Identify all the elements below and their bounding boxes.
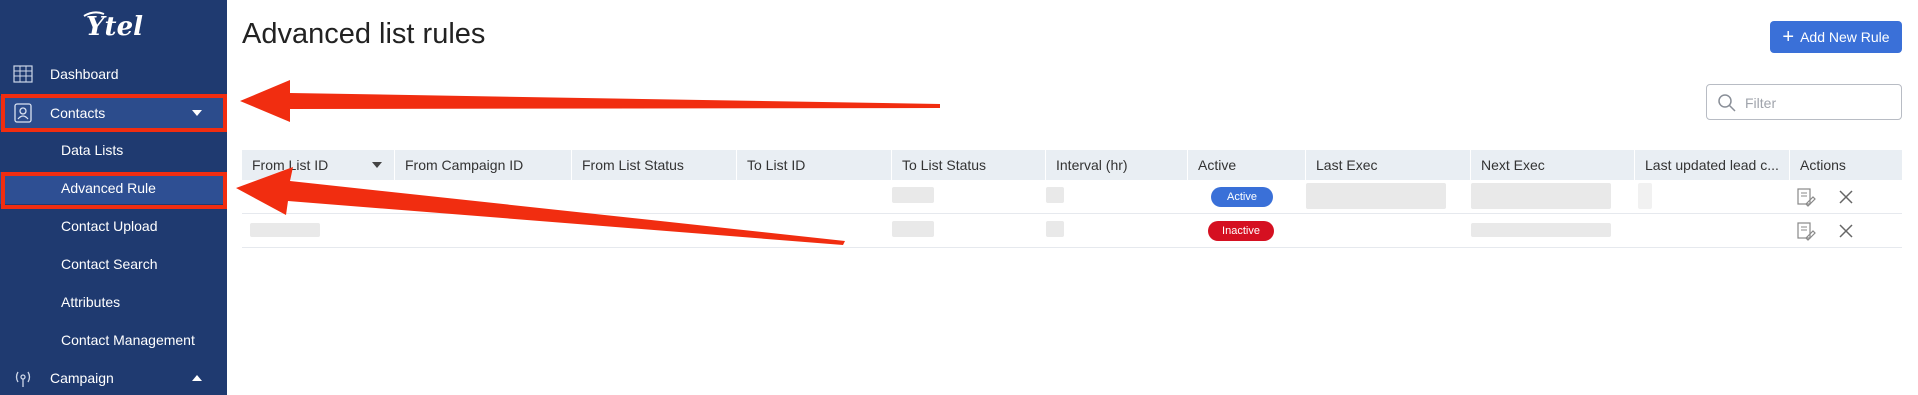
dashboard-icon bbox=[12, 63, 34, 85]
column-header-from-list-id[interactable]: From List ID bbox=[242, 150, 395, 180]
status-badge: Active bbox=[1211, 187, 1273, 207]
annotation-arrow-contacts bbox=[240, 80, 940, 122]
sidebar-item-dashboard[interactable]: Dashboard bbox=[0, 57, 227, 91]
redacted-cell bbox=[1046, 221, 1064, 237]
column-header-label: Interval (hr) bbox=[1056, 157, 1128, 173]
sidebar-subitem-label: Attributes bbox=[61, 294, 121, 310]
rules-table: From List ID From Campaign ID From List … bbox=[242, 150, 1902, 248]
sidebar-subitem-label: Advanced Rule bbox=[61, 180, 156, 196]
table-row: Inactive bbox=[242, 214, 1902, 248]
sort-down-icon bbox=[372, 162, 382, 168]
table-header: From List ID From Campaign ID From List … bbox=[242, 150, 1902, 180]
sidebar-item-contacts[interactable]: Contacts bbox=[0, 96, 227, 130]
column-header-label: Last Exec bbox=[1316, 157, 1378, 173]
plus-icon: + bbox=[1782, 26, 1795, 48]
sidebar-subitem-data-lists[interactable]: Data Lists bbox=[0, 134, 227, 166]
column-header-label: Next Exec bbox=[1481, 157, 1545, 173]
sidebar-subitem-contact-upload[interactable]: Contact Upload bbox=[0, 210, 227, 242]
close-icon[interactable] bbox=[1836, 187, 1856, 207]
column-header-actions: Actions bbox=[1790, 150, 1902, 180]
column-header-last-exec[interactable]: Last Exec bbox=[1306, 150, 1471, 180]
column-header-to-list-id[interactable]: To List ID bbox=[737, 150, 892, 180]
sidebar-item-label: Dashboard bbox=[50, 66, 119, 82]
sidebar-item-campaign[interactable]: Campaign bbox=[0, 361, 227, 395]
sidebar-subitem-advanced-rule[interactable]: Advanced Rule bbox=[0, 172, 227, 204]
column-header-from-campaign-id[interactable]: From Campaign ID bbox=[395, 150, 572, 180]
filter-input[interactable] bbox=[1745, 93, 1895, 113]
app-root: Ytel Dashboard Contacts Data Lists Advan… bbox=[0, 0, 1918, 395]
sidebar-subitem-contact-management[interactable]: Contact Management bbox=[0, 324, 227, 356]
redacted-cell bbox=[1306, 183, 1446, 209]
column-header-label: Active bbox=[1198, 157, 1237, 173]
column-header-label: From Campaign ID bbox=[405, 157, 524, 173]
search-icon bbox=[1718, 94, 1736, 112]
column-header-label: Actions bbox=[1800, 157, 1846, 173]
sidebar-subitem-attributes[interactable]: Attributes bbox=[0, 286, 227, 318]
close-icon[interactable] bbox=[1836, 221, 1856, 241]
chevron-up-icon bbox=[192, 375, 202, 381]
sidebar: Ytel Dashboard Contacts Data Lists Advan… bbox=[0, 0, 227, 395]
sidebar-subitem-label: Data Lists bbox=[61, 142, 124, 158]
redacted-cell bbox=[892, 221, 934, 237]
redacted-cell bbox=[1046, 187, 1064, 203]
logo-text: Ytel bbox=[86, 12, 143, 42]
redacted-cell bbox=[1638, 183, 1652, 209]
edit-icon[interactable] bbox=[1796, 221, 1816, 241]
sidebar-item-label: Contacts bbox=[50, 105, 106, 121]
column-header-label: To List Status bbox=[902, 157, 987, 173]
redacted-cell bbox=[1471, 183, 1611, 209]
column-header-label: To List ID bbox=[747, 157, 806, 173]
sidebar-subitem-label: Contact Search bbox=[61, 256, 158, 272]
sidebar-subitem-label: Contact Management bbox=[61, 332, 195, 348]
filter-field[interactable] bbox=[1706, 84, 1902, 120]
contacts-icon bbox=[12, 102, 34, 124]
column-header-next-exec[interactable]: Next Exec bbox=[1471, 150, 1635, 180]
chevron-down-icon bbox=[192, 110, 202, 116]
ytel-logo: Ytel bbox=[83, 11, 143, 42]
column-header-from-list-status[interactable]: From List Status bbox=[572, 150, 737, 180]
redacted-cell bbox=[250, 223, 320, 237]
edit-icon[interactable] bbox=[1796, 187, 1816, 207]
table-row: Active bbox=[242, 180, 1902, 214]
add-new-rule-label: Add New Rule bbox=[1800, 29, 1890, 45]
column-header-interval[interactable]: Interval (hr) bbox=[1046, 150, 1188, 180]
redacted-cell bbox=[892, 187, 934, 203]
column-header-last-updated-lead-count[interactable]: Last updated lead c... bbox=[1635, 150, 1790, 180]
column-header-active[interactable]: Active bbox=[1188, 150, 1306, 180]
column-header-label: From List ID bbox=[252, 157, 329, 173]
broadcast-icon bbox=[12, 367, 34, 389]
column-header-to-list-status[interactable]: To List Status bbox=[892, 150, 1046, 180]
add-new-rule-button[interactable]: + Add New Rule bbox=[1770, 21, 1902, 53]
sidebar-subitem-contact-search[interactable]: Contact Search bbox=[0, 248, 227, 280]
redacted-cell bbox=[1471, 223, 1611, 237]
sidebar-item-label: Campaign bbox=[50, 370, 114, 386]
column-header-label: From List Status bbox=[582, 157, 684, 173]
page-title: Advanced list rules bbox=[242, 18, 486, 50]
sidebar-subitem-label: Contact Upload bbox=[61, 218, 158, 234]
column-header-label: Last updated lead c... bbox=[1645, 157, 1779, 173]
status-badge: Inactive bbox=[1208, 221, 1274, 241]
